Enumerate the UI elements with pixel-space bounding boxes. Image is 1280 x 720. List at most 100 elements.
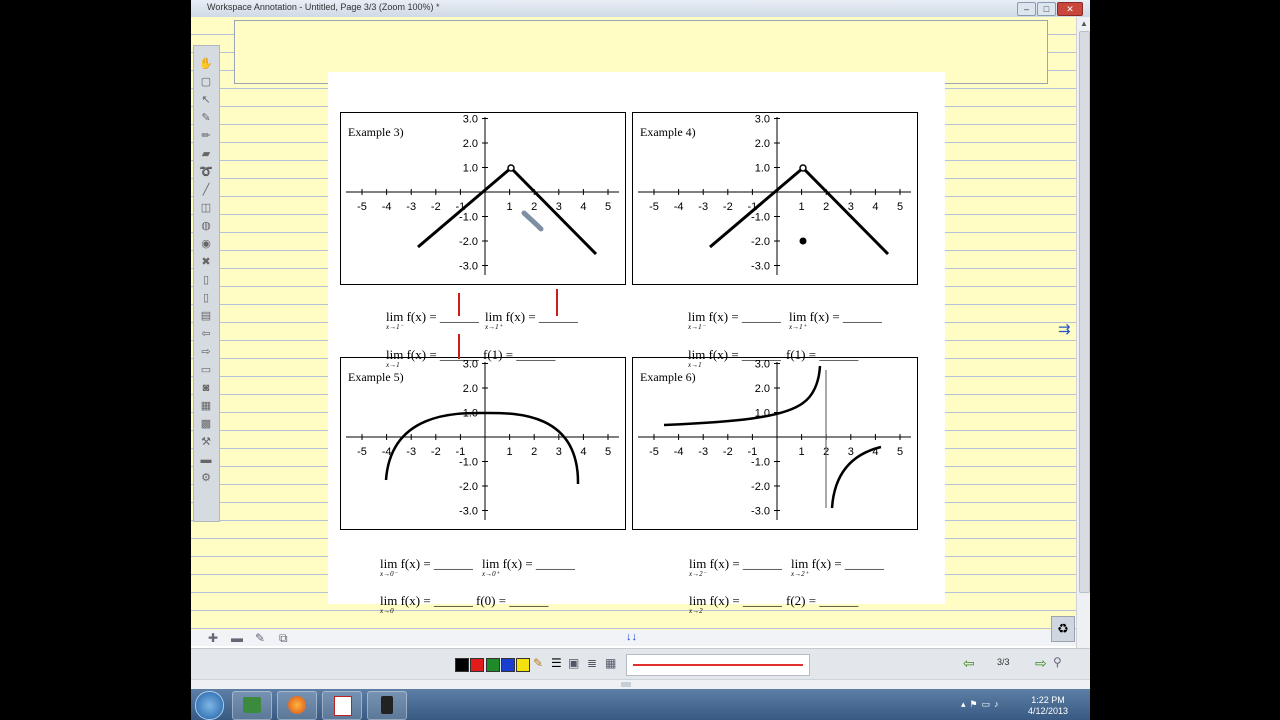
- system-tray-icons[interactable]: ▴⚑▭♪: [961, 699, 1003, 710]
- vertical-scroll-thumb[interactable]: [1079, 31, 1090, 593]
- start-button[interactable]: [195, 691, 224, 720]
- color-green-swatch[interactable]: [486, 658, 500, 672]
- title-bar: Workspace Annotation - Untitled, Page 3/…: [191, 0, 1090, 17]
- x-tick-label: 5: [897, 446, 903, 458]
- collapse-down-icon[interactable]: ↓↓: [626, 631, 637, 643]
- add-page-icon[interactable]: ✚: [208, 631, 218, 645]
- y-tick-label: -3.0: [751, 506, 770, 518]
- copy-page-icon[interactable]: ▯: [199, 292, 213, 304]
- x-tick-label: -4: [674, 446, 684, 458]
- recycle-icon[interactable]: ♻: [1051, 616, 1075, 642]
- x-tick-label: 4: [872, 201, 878, 213]
- x-tick-label: 1: [507, 201, 513, 213]
- x-tick-label: -3: [698, 446, 708, 458]
- settings-icon[interactable]: ⚙: [199, 472, 213, 484]
- limit-two-sided-ex6: lim f(x) = ______ x→2: [689, 593, 782, 615]
- lasso-tool-icon[interactable]: ➰: [199, 166, 213, 178]
- select-tool-icon[interactable]: ▢: [199, 76, 213, 88]
- highlighter-tool-icon[interactable]: ▰: [199, 148, 213, 160]
- graph-example-3: Example 3) -5 -4 -3 -2 -1 1 2 3 4 5 3.0 2.0 1.0 -1.0-…: [340, 112, 626, 285]
- y-tick-label: 3.0: [755, 114, 770, 126]
- pen-tool-icon[interactable]: ✏: [199, 130, 213, 142]
- taskbar-pdf-reader[interactable]: [322, 691, 362, 720]
- y-tick-label: -1.0: [459, 457, 478, 469]
- duplicate-page-icon[interactable]: ⧉: [279, 631, 288, 646]
- scroll-up-icon[interactable]: ▲: [1080, 19, 1088, 28]
- minimize-button[interactable]: –: [1017, 2, 1036, 16]
- previous-page-icon[interactable]: ⇦: [963, 655, 975, 672]
- pen-preview-line: [633, 664, 803, 666]
- taskbar-firefox[interactable]: [277, 691, 317, 720]
- maximize-button[interactable]: □: [1037, 2, 1056, 16]
- stamp-tool-icon[interactable]: ◉: [199, 238, 213, 250]
- limit-right-ex5: lim f(x) = ______ x→0⁺: [482, 556, 575, 578]
- transparency-icon[interactable]: ▣: [568, 656, 579, 670]
- fill-tool-icon[interactable]: ◍: [199, 220, 213, 232]
- color-black-swatch[interactable]: [455, 658, 469, 672]
- x-tick-label: -5: [357, 201, 367, 213]
- x-tick-label: 3: [556, 446, 562, 458]
- palette-icon[interactable]: ✎: [533, 656, 543, 670]
- side-panel-toggle-icon[interactable]: ⇉: [1058, 322, 1074, 338]
- line-width-icon[interactable]: ☰: [551, 656, 562, 670]
- x-tick-label: 4: [580, 201, 586, 213]
- y-tick-label: 2.0: [755, 383, 770, 395]
- app-window: Workspace Annotation - Untitled, Page 3/…: [191, 0, 1090, 720]
- graph-example-6: Example 6) -5-4-3-2-1123453.02.01.0-1.0-…: [632, 357, 918, 530]
- tools-icon[interactable]: ⚒: [199, 436, 213, 448]
- pen-preview: [626, 654, 810, 676]
- clear-icon[interactable]: ▤: [199, 310, 213, 322]
- limit-right-ex4: lim f(x) = ______ x→1⁺: [789, 309, 882, 331]
- remove-page-icon[interactable]: ▬: [231, 631, 243, 645]
- back-icon[interactable]: ⇦: [199, 328, 213, 340]
- limit-left-ex4: lim f(x) = ______ x→1⁻: [688, 309, 781, 331]
- camera-icon[interactable]: ◙: [199, 382, 213, 394]
- vertical-scrollbar[interactable]: ▲ ▼: [1076, 17, 1090, 679]
- clock-time: 1:22 PM: [1031, 695, 1065, 705]
- graph-svg: -5-4-3-2-1123453.02.01.0-1.0-2.0-3.0: [638, 359, 911, 520]
- zoom-icon[interactable]: ⚲: [1053, 655, 1062, 669]
- open-point: [507, 164, 515, 172]
- function-curve-left: [663, 365, 822, 427]
- annotation-canvas[interactable]: ✋ ▢ ↖ ✎ ✏ ▰ ➰ ╱ ◫ ◍ ◉ ✖ ▯ ▯ ▤ ⇦ ⇨ ▭ ◙ ▦ …: [191, 17, 1076, 630]
- y-tick-label: -3.0: [459, 261, 478, 273]
- color-red-swatch[interactable]: [470, 658, 484, 672]
- forward-icon[interactable]: ⇨: [199, 346, 213, 358]
- x-tick-label: -5: [357, 446, 367, 458]
- y-tick-label: 1.0: [463, 163, 478, 175]
- limit-right-ex3: lim f(x) = ______ x→1⁺: [485, 309, 578, 331]
- edit-page-icon[interactable]: ✎: [255, 631, 265, 645]
- line-tool-icon[interactable]: ╱: [199, 184, 213, 196]
- x-tick-label: 2: [823, 201, 829, 213]
- ink-mark: [458, 293, 460, 316]
- taskbar-app[interactable]: [367, 691, 407, 720]
- line-style-icon[interactable]: ≣: [587, 656, 597, 670]
- grid-icon[interactable]: ▦: [605, 656, 616, 670]
- x-tick-label: -5: [649, 201, 659, 213]
- capture-icon[interactable]: ▭: [199, 364, 213, 376]
- horizontal-scroll-grip[interactable]: [621, 682, 631, 687]
- arrow-tool-icon[interactable]: ↖: [199, 94, 213, 106]
- graph-svg: -5-4-3-2-1123453.02.01.0-1.0-2.0-3.0: [346, 359, 619, 520]
- x-tick-label: 1: [799, 446, 805, 458]
- next-page-icon[interactable]: ⇨: [1035, 655, 1047, 672]
- x-tick-label: 4: [580, 446, 586, 458]
- color-yellow-swatch[interactable]: [516, 658, 530, 672]
- x-tick-label: 3: [556, 201, 562, 213]
- gallery-icon[interactable]: ▩: [199, 418, 213, 430]
- taskbar: ▴⚑▭♪ 1:22 PM 4/12/2013: [191, 689, 1090, 720]
- marker-tool-icon[interactable]: ✎: [199, 112, 213, 124]
- shape-tool-icon[interactable]: ◫: [199, 202, 213, 214]
- taskbar-workspace-app[interactable]: [232, 691, 272, 720]
- eraser-tool-icon[interactable]: ✖: [199, 256, 213, 268]
- color-blue-swatch[interactable]: [501, 658, 515, 672]
- hand-tool-icon[interactable]: ✋: [199, 58, 213, 70]
- ruler-icon[interactable]: ▬: [199, 454, 213, 466]
- limit-right-ex6: lim f(x) = ______ x→2⁺: [791, 556, 884, 578]
- ink-mark: [458, 334, 460, 359]
- close-button[interactable]: ✕: [1057, 2, 1083, 16]
- function-value-ex3: f(1) = ______: [483, 347, 556, 362]
- keyboard-icon[interactable]: ▦: [199, 400, 213, 412]
- system-clock[interactable]: 1:22 PM 4/12/2013: [1028, 695, 1068, 717]
- new-page-icon[interactable]: ▯: [199, 274, 213, 286]
